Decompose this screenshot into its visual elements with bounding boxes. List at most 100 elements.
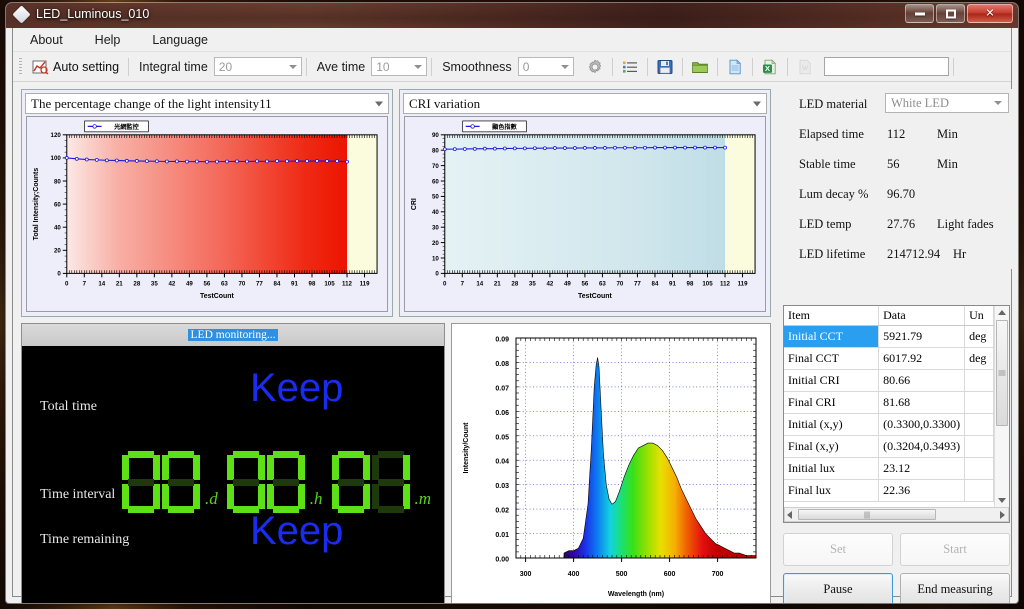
ave-time-label: Ave time: [316, 59, 366, 74]
svg-text:49: 49: [186, 280, 193, 287]
table-cell-unit: deg: [964, 347, 994, 370]
svg-text:0.09: 0.09: [495, 337, 509, 344]
intensity-chart-title: The percentage change of the light inten…: [31, 95, 272, 111]
scroll-down-button[interactable]: [995, 494, 1009, 507]
main-content: The percentage change of the light inten…: [13, 83, 1015, 603]
ave-time-combo[interactable]: 10: [371, 57, 428, 76]
svg-text:0.06: 0.06: [495, 410, 509, 417]
column-header-item[interactable]: Item: [784, 306, 880, 326]
chart-settings-icon: [31, 58, 49, 76]
end-measuring-button[interactable]: End measuring: [900, 573, 1010, 603]
svg-text:42: 42: [168, 280, 175, 287]
svg-text:30: 30: [432, 224, 439, 231]
open-folder-icon[interactable]: [691, 58, 709, 76]
lum-decay-value: 96.70: [887, 187, 916, 201]
scroll-thumb-horizontal[interactable]: [798, 509, 936, 520]
minimize-button[interactable]: [905, 4, 934, 23]
table-row[interactable]: Initial CRI 80.66: [784, 369, 994, 392]
svg-text:28: 28: [511, 280, 518, 287]
interval-hours-unit: .h: [309, 489, 323, 508]
seven-segment-digit: [266, 451, 305, 513]
table-row[interactable]: Initial CCT 5921.79 deg: [784, 325, 994, 348]
led-monitor-status: LED monitoring...: [187, 329, 279, 341]
table-cell-data: 23.12: [878, 457, 966, 480]
table-cell-unit: [964, 369, 994, 392]
scroll-up-button[interactable]: [995, 306, 1009, 319]
set-button[interactable]: Set: [783, 533, 893, 566]
svg-text:0.03: 0.03: [495, 483, 509, 490]
toolbar-grip[interactable]: [19, 57, 22, 76]
chevron-down-icon: [753, 101, 761, 106]
save-icon[interactable]: [656, 58, 674, 76]
svg-text:300: 300: [520, 571, 532, 578]
svg-text:77: 77: [634, 280, 641, 287]
table-vertical-scrollbar[interactable]: [994, 306, 1009, 507]
seven-segment-digit: [122, 451, 160, 513]
seven-segment-digit: [226, 451, 265, 513]
svg-text:0.08: 0.08: [495, 361, 509, 368]
integral-time-combo[interactable]: 20: [213, 57, 302, 76]
scroll-left-button[interactable]: [787, 510, 792, 519]
svg-text:119: 119: [360, 280, 371, 287]
lum-decay-label: Lum decay %: [799, 187, 869, 201]
time-remaining-value: Keep: [250, 509, 344, 553]
svg-text:70: 70: [617, 280, 624, 287]
svg-text:Intensity/Count: Intensity/Count: [463, 422, 470, 474]
cri-plot-area: 0 10 20 30 40 50 60 70 80 90 0 7 14 21 28 35 42 49 56 63 70 7…: [404, 116, 766, 312]
gear-icon[interactable]: [586, 58, 604, 76]
svg-text:CRI: CRI: [411, 198, 418, 210]
table-row[interactable]: Initial lux 23.12: [784, 457, 994, 480]
table-row[interactable]: Final CCT 6017.92 deg: [784, 347, 994, 370]
auto-setting-button[interactable]: Auto setting: [26, 56, 124, 78]
new-document-icon[interactable]: [726, 58, 744, 76]
svg-text:40: 40: [432, 209, 439, 216]
maximize-button[interactable]: [936, 4, 965, 23]
stable-time-label: Stable time: [799, 157, 856, 171]
start-button[interactable]: Start: [900, 533, 1010, 566]
table-horizontal-scrollbar[interactable]: [784, 507, 1009, 522]
report-icon: W: [796, 58, 814, 76]
toolbar-separator-10: [952, 57, 954, 76]
table-row[interactable]: Initial (x,y) (0.3300,0.3300): [784, 413, 994, 436]
intensity-chart-title-combo[interactable]: The percentage change of the light inten…: [25, 93, 389, 114]
led-lifetime-value: 214712.94: [887, 247, 941, 261]
menu-language[interactable]: Language: [149, 31, 211, 49]
pause-button[interactable]: Pause: [783, 573, 893, 603]
svg-text:X: X: [765, 64, 770, 73]
svg-text:TestCount: TestCount: [578, 293, 613, 300]
window-client-area: About Help Language Auto setting Integra…: [12, 28, 1015, 603]
svg-text:40: 40: [54, 224, 61, 231]
table-cell-item: Initial lux: [784, 457, 880, 480]
time-interval-value: .d .h .m: [122, 451, 440, 513]
svg-text:600: 600: [664, 571, 676, 578]
column-header-unit[interactable]: Un: [964, 306, 994, 326]
scroll-right-button[interactable]: [1000, 510, 1005, 519]
stable-time-value: 56: [887, 157, 900, 171]
menu-about[interactable]: About: [27, 31, 66, 49]
column-header-data[interactable]: Data: [878, 306, 966, 326]
smoothness-combo[interactable]: 0: [517, 57, 574, 76]
close-button[interactable]: ✕: [967, 4, 1013, 23]
table-cell-item: Final (x,y): [784, 435, 880, 458]
export-excel-icon[interactable]: X: [761, 58, 779, 76]
spectrum-chart-panel: 300 400 500 600 700 0.00 0.01 0.02 0.03 0.04 0.05 0…: [451, 323, 771, 603]
cri-chart-title-combo[interactable]: CRI variation: [403, 93, 767, 114]
table-row[interactable]: Final CRI 81.68: [784, 391, 994, 414]
table-row[interactable]: Final lux 22.36: [784, 479, 994, 502]
intensity-chart-panel: The percentage change of the light inten…: [21, 89, 393, 317]
led-material-combo[interactable]: White LED: [885, 93, 1009, 113]
svg-text:105: 105: [702, 280, 713, 287]
led-monitor-header: LED monitoring...: [22, 324, 444, 346]
toolbar-text-input[interactable]: [823, 57, 949, 76]
table-row[interactable]: Final (x,y) (0.3204,0.3493): [784, 435, 994, 458]
svg-text:60: 60: [432, 178, 439, 185]
list-icon[interactable]: [621, 58, 639, 76]
menu-help[interactable]: Help: [92, 31, 124, 49]
integral-time-value: 20: [218, 59, 233, 74]
led-temp-status: Light fades: [937, 217, 994, 231]
svg-text:91: 91: [669, 280, 676, 287]
scroll-thumb[interactable]: [996, 320, 1008, 426]
svg-text:28: 28: [133, 280, 140, 287]
smoothness-label: Smoothness: [442, 59, 512, 74]
toolbar-separator-9: [786, 57, 788, 76]
